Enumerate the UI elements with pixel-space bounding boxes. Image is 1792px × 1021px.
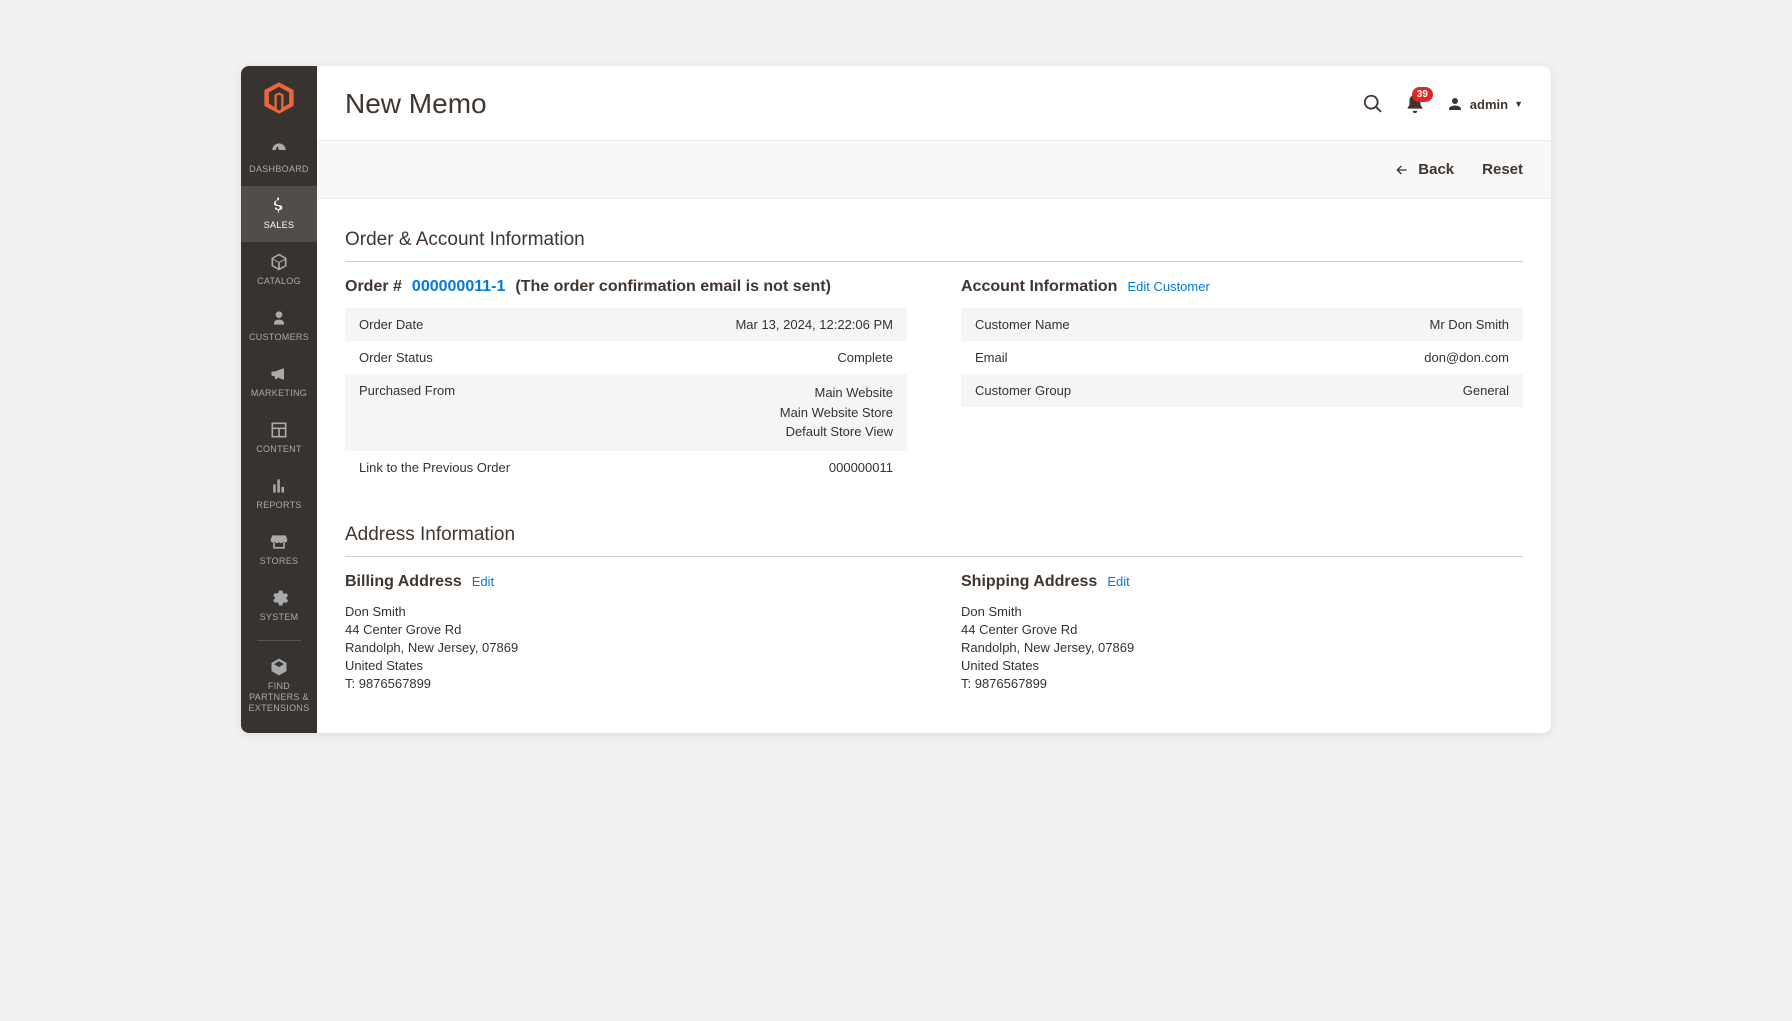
shipping-title: Shipping Address	[961, 573, 1097, 591]
sidebar-item-partners[interactable]: FIND PARTNERS & EXTENSIONS	[241, 647, 317, 725]
search-icon	[1362, 93, 1384, 115]
magento-logo[interactable]	[261, 80, 297, 116]
sidebar-item-marketing[interactable]: MARKETING	[241, 354, 317, 410]
shipping-column: Shipping Address Edit Don Smith44 Center…	[961, 573, 1523, 694]
notifications-button[interactable]: 39	[1404, 93, 1426, 115]
table-row: Order StatusComplete	[345, 341, 907, 374]
page-header: New Memo 39 admin ▼	[317, 66, 1551, 140]
account-info-column: Account Information Edit Customer Custom…	[961, 278, 1523, 484]
row-value[interactable]: 000000011	[621, 451, 907, 484]
billing-address-block: Don Smith44 Center Grove RdRandolph, New…	[345, 603, 907, 694]
user-menu[interactable]: admin ▼	[1446, 95, 1523, 113]
row-label: Customer Group	[961, 374, 1255, 407]
sidebar-item-system[interactable]: SYSTEM	[241, 578, 317, 634]
arrow-left-icon	[1394, 162, 1410, 178]
shipping-address-block: Don Smith44 Center Grove RdRandolph, New…	[961, 603, 1523, 694]
row-value: Main WebsiteMain Website StoreDefault St…	[621, 374, 907, 451]
edit-billing-link[interactable]: Edit	[472, 574, 494, 589]
row-label: Customer Name	[961, 308, 1255, 341]
puzzle-icon	[243, 657, 315, 677]
reset-button[interactable]: Reset	[1482, 161, 1523, 178]
order-number-link[interactable]: 000000011-1	[412, 278, 505, 296]
sidebar-item-catalog[interactable]: CATALOG	[241, 242, 317, 298]
account-header: Account Information Edit Customer	[961, 278, 1523, 296]
main-content: New Memo 39 admin ▼ Back	[317, 66, 1551, 733]
table-row: Emaildon@don.com	[961, 341, 1523, 374]
table-row: Link to the Previous Order000000011	[345, 451, 907, 484]
billing-header: Billing Address Edit	[345, 573, 907, 591]
section-address-title: Address Information	[345, 524, 1523, 557]
billing-title: Billing Address	[345, 573, 462, 591]
user-icon	[1446, 95, 1464, 113]
row-label: Order Status	[345, 341, 621, 374]
search-button[interactable]	[1362, 93, 1384, 115]
gear-icon	[243, 588, 315, 608]
row-value[interactable]: Mr Don Smith	[1255, 308, 1523, 341]
sidebar-item-label: DASHBOARD	[243, 164, 315, 174]
edit-customer-link[interactable]: Edit Customer	[1127, 279, 1209, 294]
account-info-title: Account Information	[961, 278, 1117, 296]
dollar-icon	[243, 196, 315, 216]
chart-bar-icon	[243, 476, 315, 496]
person-icon	[243, 308, 315, 328]
sidebar: DASHBOARD SALES CATALOG CUSTOMERS MARKET…	[241, 66, 317, 733]
address-columns: Billing Address Edit Don Smith44 Center …	[345, 573, 1523, 694]
sidebar-item-content[interactable]: CONTENT	[241, 410, 317, 466]
sidebar-item-label: CONTENT	[243, 444, 315, 454]
reset-label: Reset	[1482, 161, 1523, 178]
row-label: Link to the Previous Order	[345, 451, 621, 484]
divider	[257, 640, 301, 641]
table-row: Customer GroupGeneral	[961, 374, 1523, 407]
gauge-icon	[243, 140, 315, 160]
sidebar-item-label: MARKETING	[243, 388, 315, 398]
order-note-label: (The order confirmation email is not sen…	[515, 278, 831, 296]
sidebar-item-label: CATALOG	[243, 276, 315, 286]
row-label: Purchased From	[345, 374, 621, 451]
table-row: Purchased FromMain WebsiteMain Website S…	[345, 374, 907, 451]
action-bar: Back Reset	[317, 140, 1551, 199]
sidebar-item-label: STORES	[243, 556, 315, 566]
order-account-columns: Order # 000000011-1 (The order confirmat…	[345, 278, 1523, 484]
sidebar-item-label: SYSTEM	[243, 612, 315, 622]
billing-column: Billing Address Edit Don Smith44 Center …	[345, 573, 907, 694]
table-row: Order DateMar 13, 2024, 12:22:06 PM	[345, 308, 907, 341]
shipping-header: Shipping Address Edit	[961, 573, 1523, 591]
edit-shipping-link[interactable]: Edit	[1107, 574, 1129, 589]
order-info-table: Order DateMar 13, 2024, 12:22:06 PMOrder…	[345, 308, 907, 484]
sidebar-item-sales[interactable]: SALES	[241, 186, 317, 242]
order-info-column: Order # 000000011-1 (The order confirmat…	[345, 278, 907, 484]
sidebar-item-stores[interactable]: STORES	[241, 522, 317, 578]
sidebar-item-customers[interactable]: CUSTOMERS	[241, 298, 317, 354]
header-actions: 39 admin ▼	[1362, 93, 1523, 115]
row-value[interactable]: don@don.com	[1255, 341, 1523, 374]
section-order-account-title: Order & Account Information	[345, 229, 1523, 262]
notification-badge: 39	[1412, 87, 1433, 102]
user-name-label: admin	[1470, 97, 1508, 112]
sidebar-item-label: SALES	[243, 220, 315, 230]
back-button[interactable]: Back	[1394, 161, 1454, 178]
row-value: Complete	[621, 341, 907, 374]
row-label: Email	[961, 341, 1255, 374]
row-label: Order Date	[345, 308, 621, 341]
store-icon	[243, 532, 315, 552]
sidebar-item-label: CUSTOMERS	[243, 332, 315, 342]
box-icon	[243, 252, 315, 272]
chevron-down-icon: ▼	[1514, 99, 1523, 109]
sidebar-item-label: FIND PARTNERS & EXTENSIONS	[243, 681, 315, 713]
back-label: Back	[1418, 161, 1454, 178]
sidebar-item-label: REPORTS	[243, 500, 315, 510]
account-info-table: Customer NameMr Don SmithEmaildon@don.co…	[961, 308, 1523, 407]
order-prefix-label: Order #	[345, 278, 402, 296]
page-title: New Memo	[345, 88, 487, 120]
megaphone-icon	[243, 364, 315, 384]
sidebar-item-dashboard[interactable]: DASHBOARD	[241, 130, 317, 186]
sidebar-item-reports[interactable]: REPORTS	[241, 466, 317, 522]
app-container: DASHBOARD SALES CATALOG CUSTOMERS MARKET…	[241, 66, 1551, 733]
content-area: Order & Account Information Order # 0000…	[317, 199, 1551, 733]
layout-icon	[243, 420, 315, 440]
row-value: Mar 13, 2024, 12:22:06 PM	[621, 308, 907, 341]
row-value: General	[1255, 374, 1523, 407]
table-row: Customer NameMr Don Smith	[961, 308, 1523, 341]
order-header: Order # 000000011-1 (The order confirmat…	[345, 278, 907, 296]
